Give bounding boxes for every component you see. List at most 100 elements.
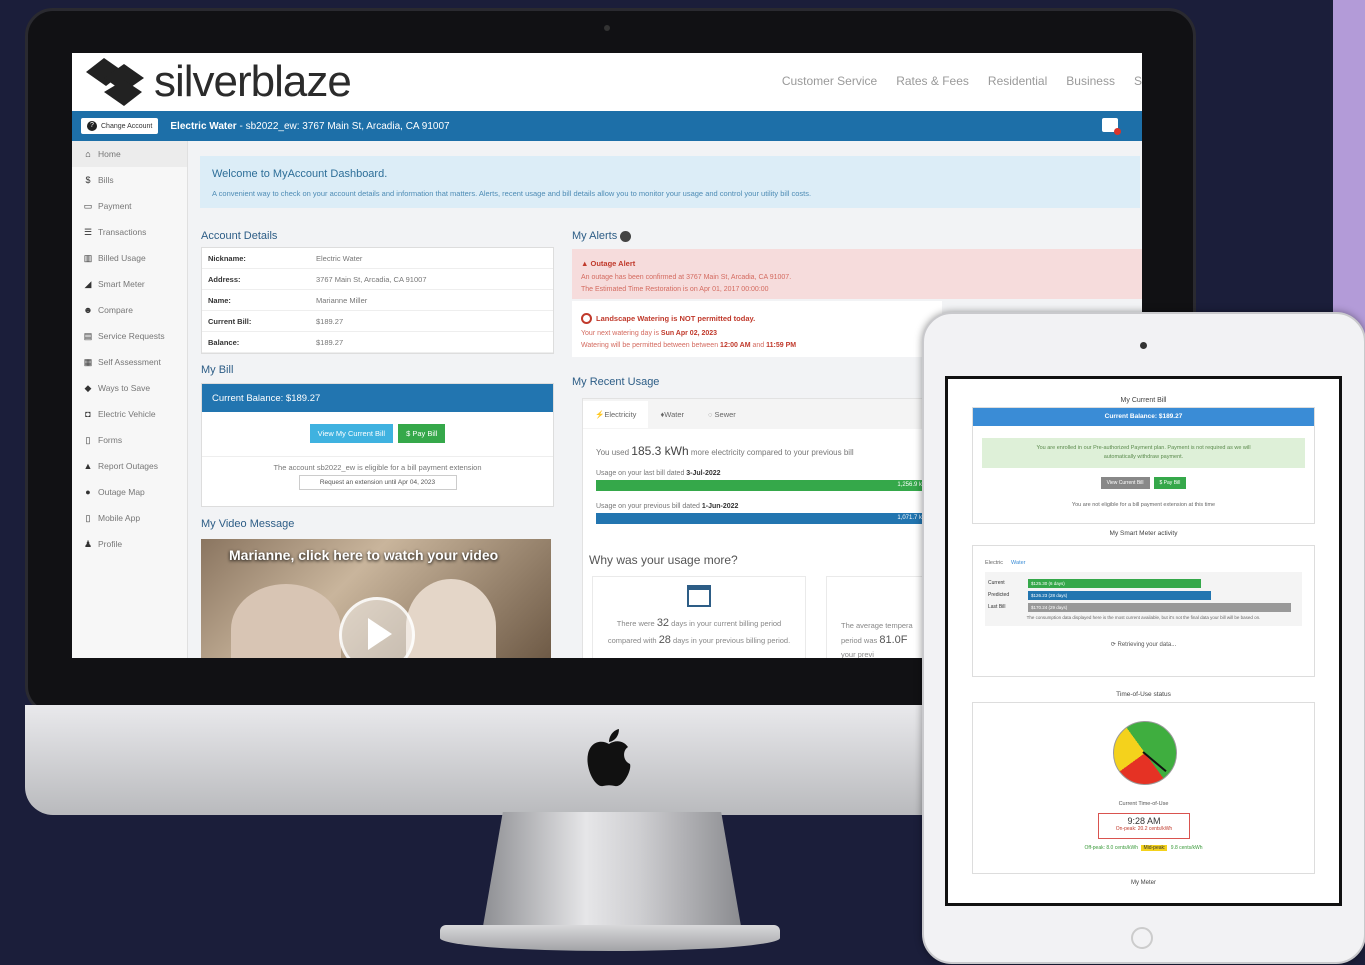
row-bar: $170.24 (29 days) [1028, 602, 1291, 612]
card1-days: 32 [656, 617, 670, 629]
file-icon: ▯ [85, 434, 91, 445]
tab-label: Water [664, 409, 684, 419]
ipad-bill-title: My Current Bill [1120, 397, 1167, 404]
sidebar-item-label: Outage Map [98, 487, 145, 497]
sidebar-item-electric-vehicle[interactable]: ◘ Electric Vehicle [72, 401, 187, 427]
row-bar: $126.23 (28 days) [1028, 590, 1211, 600]
request-extension-button[interactable]: Request an extension until Apr 04, 2023 [298, 475, 457, 490]
table-row: Name: Marianne Miller [202, 290, 553, 311]
row-value: $189.27 [316, 316, 344, 326]
notification-icon[interactable] [1102, 118, 1121, 135]
view-current-bill-button[interactable]: View My Current Bill [309, 424, 394, 443]
last-date: 3-Jul-2022 [686, 470, 721, 477]
ipad-pay-bill-button[interactable]: $ Pay Bill [1153, 477, 1187, 489]
outage-alert-title-text: Outage Alert [590, 259, 636, 268]
billing-days-card: There were 32 days in your current billi… [592, 576, 806, 658]
ipad-extension-note: You are not eligible for a bill payment … [1071, 502, 1216, 508]
sidebar-item-bills[interactable]: $ Bills [72, 167, 187, 193]
sidebar-item-report-outages[interactable]: ▲ Report Outages [72, 453, 187, 479]
my-bill-panel: Current Balance: $189.27 View My Current… [201, 383, 554, 507]
row-key: Name: [208, 295, 231, 305]
imac-camera [604, 25, 610, 31]
last-pre: Usage on your last bill dated [596, 470, 687, 477]
watering-line-2: Watering will be permitted between betwe… [581, 342, 721, 349]
sidebar-item-service-requests[interactable]: ▤ Service Requests [72, 323, 187, 349]
prev-pre: Usage on your previous bill dated [596, 503, 702, 510]
silverblaze-logo-icon[interactable] [82, 56, 148, 108]
usage-post: more electricity compared to your previo… [688, 448, 854, 457]
previous-bill-bar: 1,071.7 kWh [596, 513, 931, 524]
nav-customer-service[interactable]: Customer Service [782, 74, 877, 88]
account-details-table: Nickname: Electric Water Address: 3767 Mai… [201, 247, 554, 354]
tab-electricity[interactable]: ⚡Electricity [583, 400, 649, 428]
imac-stand [482, 812, 742, 932]
nav-business[interactable]: Business [1066, 74, 1115, 88]
row-value: Marianne Miller [316, 295, 368, 305]
watering-from: 12:00 AM [720, 342, 751, 349]
ipad-gauge-label: Current Time-of-Use [1118, 801, 1169, 807]
ipad-home-button[interactable] [1131, 927, 1153, 949]
nav-rates-fees[interactable]: Rates & Fees [896, 74, 969, 88]
play-icon[interactable] [339, 597, 415, 658]
sidebar-item-transactions[interactable]: ☰ Transactions [72, 219, 187, 245]
sidebar-item-profile[interactable]: ♟ Profile [72, 531, 187, 557]
sidebar-item-label: Bills [98, 175, 114, 185]
ipad-loading-text: Retrieving your data... [1117, 642, 1177, 648]
sidebar-item-billed-usage[interactable]: ▥ Billed Usage [72, 245, 187, 271]
video-title: My Video Message [201, 518, 295, 530]
ipad-view-bill-button[interactable]: View Current Bill [1100, 477, 1150, 489]
nav-residential[interactable]: Residential [988, 74, 1047, 88]
sidebar-item-label: Report Outages [98, 461, 159, 471]
welcome-subtitle: A convenient way to check on your accoun… [212, 189, 812, 198]
card2-post: your previ [841, 650, 874, 658]
sidebar-item-label: Home [98, 149, 121, 159]
video-thumbnail[interactable]: Marianne, click here to watch your video [201, 539, 551, 658]
sidebar-item-forms[interactable]: ▯ Forms [72, 427, 187, 453]
brand-name[interactable]: silverblaze [154, 57, 352, 107]
sidebar-item-self-assessment[interactable]: ▦ Self Assessment [72, 349, 187, 375]
watering-alert: Landscape Watering is NOT permitted toda… [572, 301, 942, 357]
account-details: - sb2022_ew: 3767 Main St, Arcadia, CA 9… [236, 120, 450, 132]
sidebar-item-outage-map[interactable]: ● Outage Map [72, 479, 187, 505]
video-caption: Marianne, click here to watch your video [229, 547, 499, 563]
legend-off-peak: Off-peak: 8.0 cents/kWh [1084, 845, 1139, 851]
sidebar-item-mobile-app[interactable]: ▯ Mobile App [72, 505, 187, 531]
change-account-button[interactable]: ? Change Account [81, 118, 159, 134]
card1-days2: 28 [658, 634, 671, 646]
pay-bill-button[interactable]: $ Pay Bill [398, 424, 446, 443]
ipad-green-line-1: You are enrolled in our Pre-authorized P… [1036, 445, 1251, 451]
list-icon: ☰ [83, 226, 93, 237]
row-key: Nickname: [208, 253, 246, 263]
sidebar-item-label: Transactions [98, 227, 147, 237]
nav-more[interactable]: S [1134, 74, 1142, 88]
sidebar-item-label: Payment [98, 201, 132, 211]
sidebar-item-smart-meter[interactable]: ◢ Smart Meter [72, 271, 187, 297]
assessment-icon: ▦ [83, 356, 93, 367]
card2-mid: period was [841, 636, 880, 645]
ipad-bill-panel: Current Balance: $189.27 You are enrolle… [972, 407, 1315, 524]
car-icon: ◘ [85, 409, 91, 419]
ipad-tab-water[interactable]: Water [1011, 560, 1025, 566]
row-key: Address: [208, 274, 241, 284]
last-bill-bar: 1,256.9 kWh [596, 480, 931, 491]
sidebar-item-compare[interactable]: ☻ Compare [72, 297, 187, 323]
outage-alert-body: An outage has been confirmed at 3767 Mai… [581, 272, 1142, 296]
row-key: Balance: [208, 337, 240, 347]
card1-pre: There were [616, 619, 657, 628]
sidebar-item-payment[interactable]: ▭ Payment [72, 193, 187, 219]
bar-chart-icon: ▥ [83, 252, 93, 263]
usage-amount: 185.3 kWh [631, 444, 689, 458]
ipad-smart-meter-chart: Current $125.30 (6 days) Predicted $126.23… [985, 572, 1302, 626]
tab-sewer[interactable]: ◌ Sewer [696, 401, 748, 428]
card-icon: ▭ [83, 200, 93, 211]
info-icon[interactable] [620, 230, 632, 242]
outage-line-1: An outage has been confirmed at 3767 Mai… [581, 274, 792, 281]
alerts-title-text: My Alerts [572, 230, 618, 242]
ipad-time-rate: On-peak: 20.2 cents/kWh [1115, 826, 1173, 832]
ipad-row-current: Current $125.30 (6 days) [985, 577, 1302, 589]
sidebar-item-ways-to-save[interactable]: ◆ Ways to Save [72, 375, 187, 401]
change-account-label: Change Account [101, 122, 153, 130]
sidebar-item-home[interactable]: ⌂ Home [72, 141, 187, 167]
tab-water[interactable]: ♦Water [648, 401, 696, 428]
ipad-tab-electric[interactable]: Electric [985, 560, 1003, 566]
